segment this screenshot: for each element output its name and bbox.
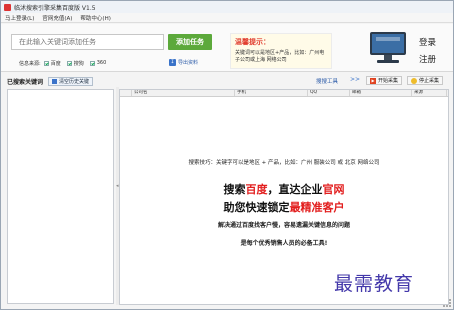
promo-headline-1-part-d: 官网 [322,183,345,196]
360-checkbox[interactable] [89,60,95,66]
baidu-checkbox[interactable] [43,60,49,66]
add-task-button[interactable]: 添加任务 [168,34,212,50]
register-link[interactable]: 注册 [419,53,436,65]
tip-title: 温馨提示： [235,38,270,46]
stop-collect-label: 停止采集 [419,78,440,84]
play-icon: ▶ [370,77,376,84]
keyword-task-input[interactable] [11,34,164,50]
export-button[interactable]: ↧ 导出资料 [169,58,198,67]
monitor-icon [370,32,406,64]
top-toolbar: 添加任务 信息来源: 百度 搜狗 360 ↧ 导出资料 温馨提示： 关键词可以是… [1,24,453,72]
tip-text: 关键词可以是地区+产品，比如：广州电子公司或上海 网络公司 [235,50,325,63]
double-arrow-icon: >> [350,76,361,83]
promo-headline-2-part-b: 最精准客户 [289,201,345,214]
sogou-label: 搜狗 [73,60,84,67]
source-options: 信息来源: 百度 搜狗 360 [19,59,112,67]
window-title: 临沭搜索引擎采集百度版 V1.5 [14,4,96,12]
promo-subline-1: 解决通过百度找客户慢，容易遗漏关键信息的问题 [217,222,350,229]
source-label: 信息来源: [19,60,41,67]
clear-history-button[interactable]: 清空历史关键 [48,76,94,86]
stop-collect-button[interactable]: 停止采集 [407,76,444,85]
resize-grip-icon[interactable] [443,299,451,307]
promo-headline-1-part-a: 搜索 [223,183,246,196]
menu-help[interactable]: 帮助中心(H) [80,14,110,22]
promo-headline-2-part-a: 助您快速锁定 [223,201,290,214]
keyword-history-header: 已搜索关键词 清空历史关键 [7,75,114,87]
start-collect-button[interactable]: ▶ 开始采集 [366,76,403,85]
promo-subline-2: 是每个优秀销售人员的必备工具! [240,240,328,247]
360-label: 360 [96,60,107,66]
clear-history-label: 清空历史关键 [59,78,90,85]
clear-icon [52,78,58,84]
keyword-history-panel: 已搜索关键词 清空历史关键 [7,75,114,305]
app-window: 临沭搜索引擎采集百度版 V1.5 马上登录(L) 官网充值(A) 帮助中心(H)… [0,0,454,310]
keyword-history-title: 已搜索关键词 [7,78,44,86]
login-link[interactable]: 登录 [419,36,436,48]
promo-headline-1-part-b: 百度 [245,183,268,196]
watermark: 最需教育 [334,273,415,295]
app-icon [4,3,11,11]
results-toolbar: 搜搜工具 >> ▶ 开始采集 停止采集 [119,75,449,87]
title-bar[interactable]: 临沭搜索引擎采集百度版 V1.5 [1,1,453,13]
search-tool-link[interactable]: 搜搜工具 [316,77,338,85]
promo-headline-1-part-c: ，直达企业 [267,183,323,196]
stop-icon [411,77,417,84]
start-collect-label: 开始采集 [378,78,399,84]
tip-panel: 温馨提示： 关键词可以是地区+产品，比如：广州电子公司或上海 网络公司 [230,33,332,69]
menu-recharge[interactable]: 官网充值(A) [42,14,72,22]
export-label: 导出资料 [178,60,199,66]
menu-bar: 马上登录(L) 官网充值(A) 帮助中心(H) [1,13,453,23]
keyword-list[interactable] [7,89,114,304]
sogou-checkbox[interactable] [66,60,72,66]
baidu-label: 百度 [50,60,61,67]
export-icon: ↧ [169,59,176,66]
search-tip-text: 搜索技巧：关键字可以是地区 + 产品，比如：广州 服装公司 或 北京 网络公司 [188,160,380,166]
menu-login[interactable]: 马上登录(L) [5,14,34,22]
promo-headline-2: 助您快速锁定最精准客户 [120,199,448,215]
promo-headline-1: 搜索百度，直达企业官网 [120,181,448,197]
